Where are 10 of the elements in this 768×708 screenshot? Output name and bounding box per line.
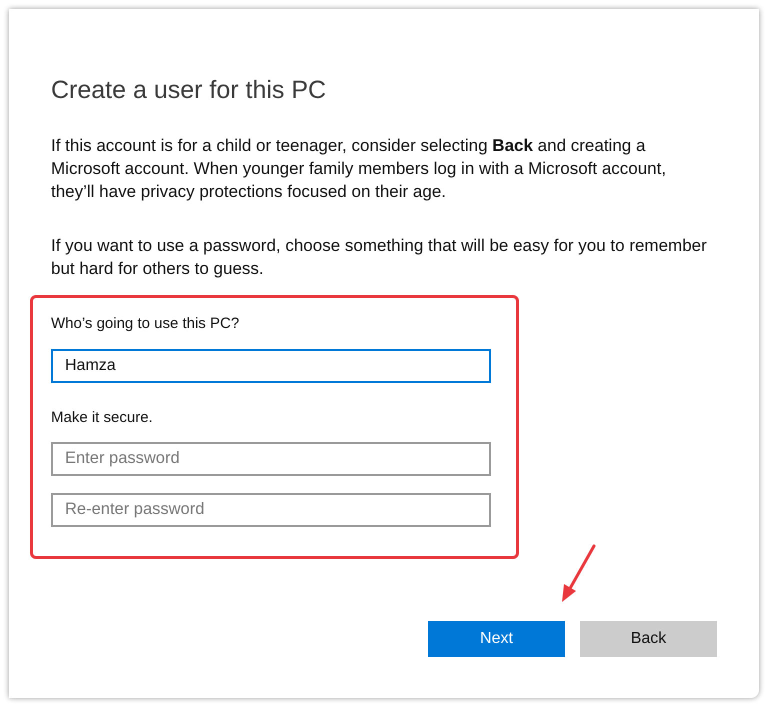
field-label: Make it secure. xyxy=(51,408,153,428)
back-button[interactable]: Back xyxy=(580,621,717,657)
password-field[interactable]: Re-enter password xyxy=(51,493,491,527)
password-field[interactable]: Enter password xyxy=(51,442,491,476)
field-label: Who’s going to use this PC? xyxy=(51,314,240,334)
instruction-text: If you want to use a password, choose something that will be easy for you to remember but hard for others to guess. xyxy=(51,235,707,280)
dialog-title: Create a user for this PC xyxy=(51,75,326,106)
name-field[interactable]: Hamza xyxy=(51,349,491,383)
next-button[interactable]: Next xyxy=(428,621,565,657)
instruction-text: If this account is for a child or teenager, consider selecting Back and creating a Microsoft account. When younger family members log in with a Microsoft account, they’ll have privacy protections focused on their age. xyxy=(51,135,666,203)
